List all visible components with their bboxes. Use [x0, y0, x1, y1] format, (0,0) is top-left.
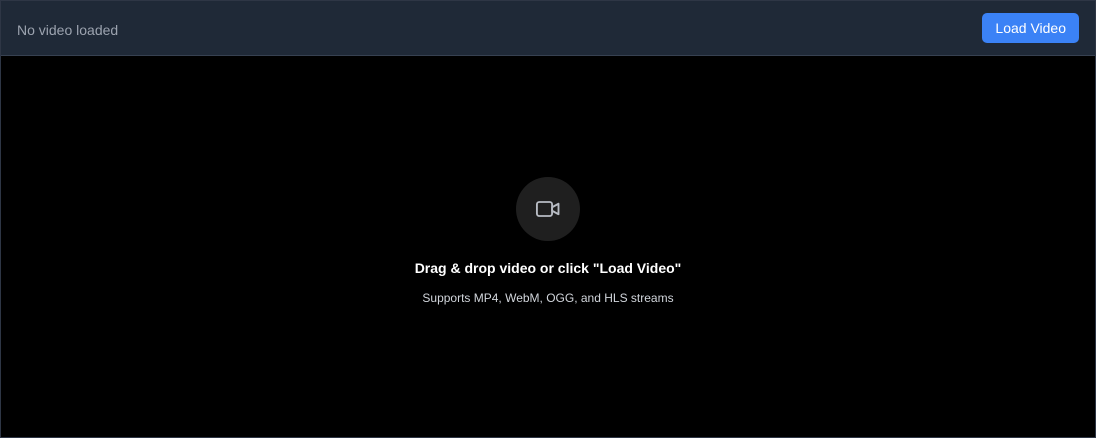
video-status-text: No video loaded: [17, 21, 119, 38]
load-video-button[interactable]: Load Video: [982, 12, 1079, 43]
video-drop-zone[interactable]: Drag & drop video or click "Load Video" …: [1, 57, 1095, 437]
drop-zone-title: Drag & drop video or click "Load Video": [414, 260, 682, 276]
video-icon-circle: [516, 177, 580, 241]
drop-zone-subtitle: Supports MP4, WebM, OGG, and HLS streams: [422, 291, 674, 305]
video-player: No video loaded Load Video Drag & drop v…: [0, 0, 1096, 438]
drop-zone-content: Drag & drop video or click "Load Video" …: [1, 177, 1095, 305]
video-camera-icon: [535, 201, 560, 217]
player-header: No video loaded Load Video: [1, 1, 1095, 56]
